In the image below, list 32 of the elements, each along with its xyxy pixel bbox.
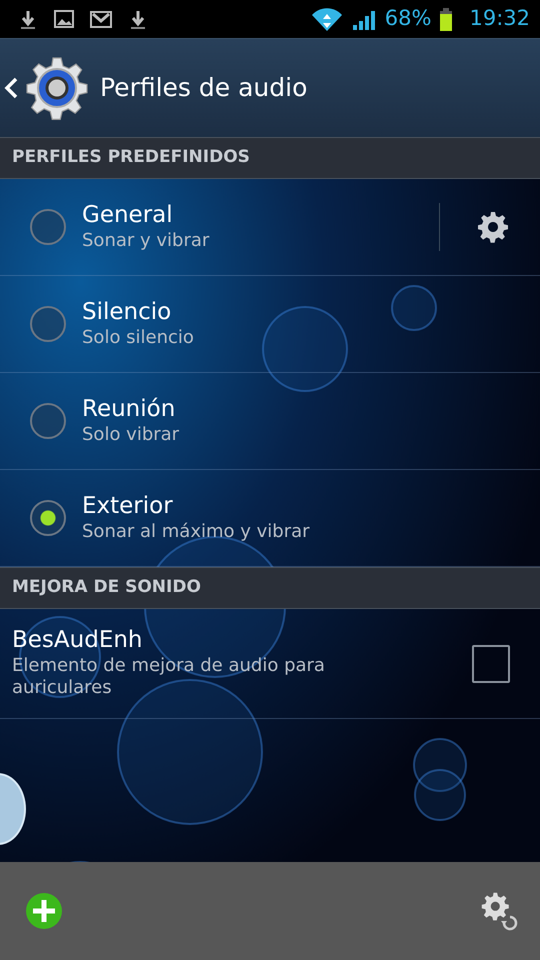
checkbox[interactable]: [472, 644, 510, 682]
add-icon[interactable]: [25, 892, 63, 930]
profile-title: Silencio: [82, 298, 172, 327]
section-header: PERFILES PREDEFINIDOS: [0, 137, 540, 179]
setting-title: BesAudEnh: [12, 627, 144, 655]
clock-time: 19:32: [469, 5, 530, 32]
profile-title: General: [82, 202, 174, 230]
setting-subtitle: Elemento de mejora de audio para auriculares: [12, 654, 326, 700]
profile-item[interactable]: Silencio Solo silencio: [0, 276, 540, 373]
profile-subtitle: Solo silencio: [82, 326, 195, 350]
mail-icon: [90, 9, 112, 29]
profile-title: Exterior: [82, 492, 174, 521]
radio-button[interactable]: [30, 209, 66, 245]
profile-subtitle: Sonar y vibrar: [82, 230, 210, 252]
settings-icon[interactable]: [476, 210, 510, 244]
battery-percent: 68%: [384, 5, 432, 32]
battery-icon: [439, 8, 454, 30]
setting-item[interactable]: BesAudEnh Elemento de mejora de audio para auriculares: [0, 609, 540, 719]
screen-title: Perfiles de audio: [100, 72, 308, 104]
wifi-icon: [310, 6, 343, 32]
profile-title: Reunión: [82, 396, 176, 424]
image-icon: [54, 9, 74, 29]
download-icon: [128, 9, 148, 29]
download-icon: [18, 9, 38, 29]
profile-item[interactable]: General Sonar y vibrar: [0, 179, 540, 276]
profile-subtitle: Solo vibrar: [82, 424, 180, 446]
profile-subtitle: Sonar al máximo y vibrar: [82, 520, 311, 544]
radio-button[interactable]: [30, 403, 66, 439]
profile-item[interactable]: Reunión Solo vibrar: [0, 373, 540, 470]
radio-button[interactable]: [30, 306, 66, 342]
section-header: MEJORA DE SONIDO: [0, 567, 540, 609]
reset-settings-icon[interactable]: [480, 891, 518, 931]
